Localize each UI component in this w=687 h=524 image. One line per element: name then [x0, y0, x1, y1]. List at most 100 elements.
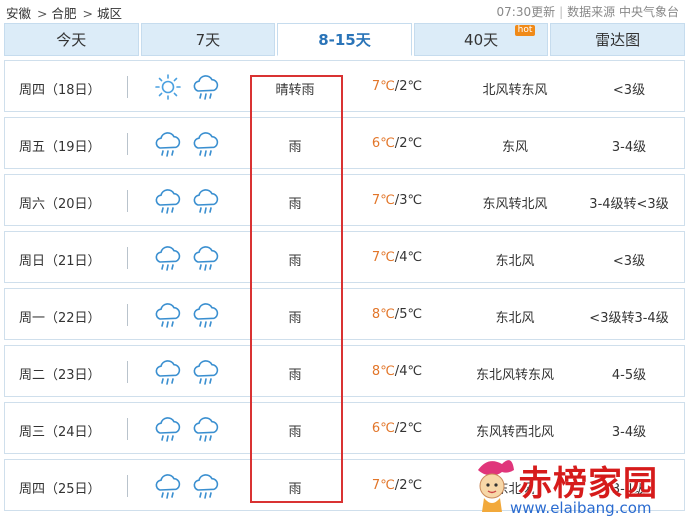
- rain-icon: [191, 244, 221, 272]
- hot-badge: hot: [514, 25, 536, 36]
- rain-icon: [191, 130, 221, 158]
- temperature: 6℃/2℃: [371, 136, 423, 151]
- wind-direction: 东风转西北风: [475, 425, 554, 440]
- row-divider: [127, 475, 128, 497]
- tab-8-15-days[interactable]: 8-15天: [277, 23, 412, 56]
- weather-desc: 雨: [288, 197, 302, 212]
- rain-icon: [191, 301, 221, 329]
- temp-high: 6℃: [371, 136, 395, 151]
- weather-desc: 雨: [288, 368, 302, 383]
- rain-icon: [153, 358, 183, 386]
- watermark: 赤榜家园 www.elaibang.com: [470, 452, 685, 522]
- watermark-brand: 赤榜家园: [518, 464, 658, 504]
- wind-level: <3级: [612, 254, 646, 269]
- forecast-day: 周日（21日）: [19, 254, 101, 269]
- rain-icon: [153, 187, 183, 215]
- rain-icon: [191, 358, 221, 386]
- forecast-row[interactable]: 周日（21日） 雨 7℃/4℃ 东北风 <3级: [4, 231, 685, 283]
- temp-low: 2℃: [399, 478, 423, 493]
- wind-direction: 东北风转东风: [475, 368, 554, 383]
- rain-icon: [153, 301, 183, 329]
- weather-desc: 雨: [288, 140, 302, 155]
- temperature: 7℃/2℃: [371, 478, 423, 493]
- forecast-row[interactable]: 周二（23日） 雨 8℃/4℃ 东北风转东风 4-5级: [4, 345, 685, 397]
- forecast-day: 周二（23日）: [19, 368, 101, 383]
- tab-40-days[interactable]: 40天 hot: [413, 23, 549, 56]
- weather-icons: [153, 472, 221, 500]
- rain-icon: [191, 415, 221, 443]
- temp-high: 8℃: [371, 364, 395, 379]
- update-time: 07:30更新: [496, 5, 556, 19]
- rain-icon: [191, 73, 221, 101]
- temp-low: 3℃: [399, 193, 423, 208]
- temp-high: 7℃: [371, 193, 395, 208]
- temp-low: 5℃: [399, 307, 423, 322]
- update-meta: 07:30更新 | 数据来源 中央气象台: [497, 3, 679, 20]
- temperature: 8℃/4℃: [371, 364, 423, 379]
- tab-radar[interactable]: 雷达图: [550, 23, 685, 56]
- row-divider: [127, 76, 128, 98]
- tab-label: 8-15天: [318, 31, 371, 49]
- forecast-day: 周四（25日）: [19, 482, 101, 497]
- forecast-day: 周三（24日）: [19, 425, 101, 440]
- temp-low: 4℃: [399, 250, 423, 265]
- weather-icons: [153, 301, 221, 329]
- weather-icons: [153, 130, 221, 158]
- tab-label: 7天: [195, 31, 221, 49]
- row-divider: [127, 247, 128, 269]
- data-source: 数据来源 中央气象台: [567, 5, 679, 19]
- wind-direction: 北风转东风: [482, 83, 548, 98]
- temp-low: 4℃: [399, 364, 423, 379]
- breadcrumb-separator: >: [82, 6, 93, 21]
- rain-icon: [153, 472, 183, 500]
- wind-level: <3级: [612, 83, 646, 98]
- wind-level: 3-4级: [611, 425, 647, 440]
- temp-high: 7℃: [371, 478, 395, 493]
- wind-direction: 东风转北风: [482, 197, 548, 212]
- rain-icon: [153, 130, 183, 158]
- tab-label: 40天: [464, 31, 499, 49]
- temp-high: 7℃: [371, 79, 395, 94]
- weather-icons: [153, 73, 221, 101]
- weather-icons: [153, 244, 221, 272]
- forecast-row[interactable]: 周四（18日） 晴转雨 7℃/2℃ 北风转东风 <3级: [4, 60, 685, 112]
- forecast-row[interactable]: 周一（22日） 雨 8℃/5℃ 东北风 <3级转3-4级: [4, 288, 685, 340]
- temperature: 6℃/2℃: [371, 421, 423, 436]
- wind-level: <3级转3-4级: [589, 311, 669, 326]
- temp-high: 8℃: [371, 307, 395, 322]
- weather-desc: 雨: [288, 425, 302, 440]
- weather-desc: 雨: [288, 482, 302, 497]
- breadcrumb-separator: >: [37, 6, 48, 21]
- meta-divider: |: [559, 5, 564, 19]
- tab-7-days[interactable]: 7天: [140, 23, 276, 56]
- breadcrumb-province[interactable]: 安徽: [6, 6, 31, 21]
- wind-direction: 东北风: [495, 311, 535, 326]
- weather-icons: [153, 358, 221, 386]
- breadcrumb-city[interactable]: 合肥: [52, 6, 77, 21]
- wind-level: 4-5级: [611, 368, 647, 383]
- forecast-row[interactable]: 周三（24日） 雨 6℃/2℃ 东风转西北风 3-4级: [4, 402, 685, 454]
- forecast-row[interactable]: 周五（19日） 雨 6℃/2℃ 东风 3-4级: [4, 117, 685, 169]
- rain-icon: [153, 415, 183, 443]
- forecast-day: 周一（22日）: [19, 311, 101, 326]
- forecast-row[interactable]: 周六（20日） 雨 7℃/3℃ 东风转北风 3-4级转<3级: [4, 174, 685, 226]
- tab-label: 雷达图: [595, 31, 641, 49]
- tab-label: 今天: [56, 31, 87, 49]
- weather-desc: 晴转雨: [275, 83, 315, 98]
- forecast-day: 周六（20日）: [19, 197, 101, 212]
- tab-today[interactable]: 今天: [4, 23, 139, 56]
- forecast-day: 周四（18日）: [19, 83, 101, 98]
- breadcrumb-district[interactable]: 城区: [97, 6, 122, 21]
- row-divider: [127, 190, 128, 212]
- temperature: 7℃/3℃: [371, 193, 423, 208]
- rain-icon: [191, 472, 221, 500]
- temp-low: 2℃: [399, 421, 423, 436]
- wind-direction: 东风: [501, 140, 528, 155]
- forecast-day: 周五（19日）: [19, 140, 101, 155]
- temperature: 8℃/5℃: [371, 307, 423, 322]
- rain-icon: [153, 244, 183, 272]
- temp-high: 7℃: [371, 250, 395, 265]
- row-divider: [127, 304, 128, 326]
- row-divider: [127, 418, 128, 440]
- top-bar: 安徽 > 合肥 > 城区 07:30更新 | 数据来源 中央气象台: [0, 0, 687, 22]
